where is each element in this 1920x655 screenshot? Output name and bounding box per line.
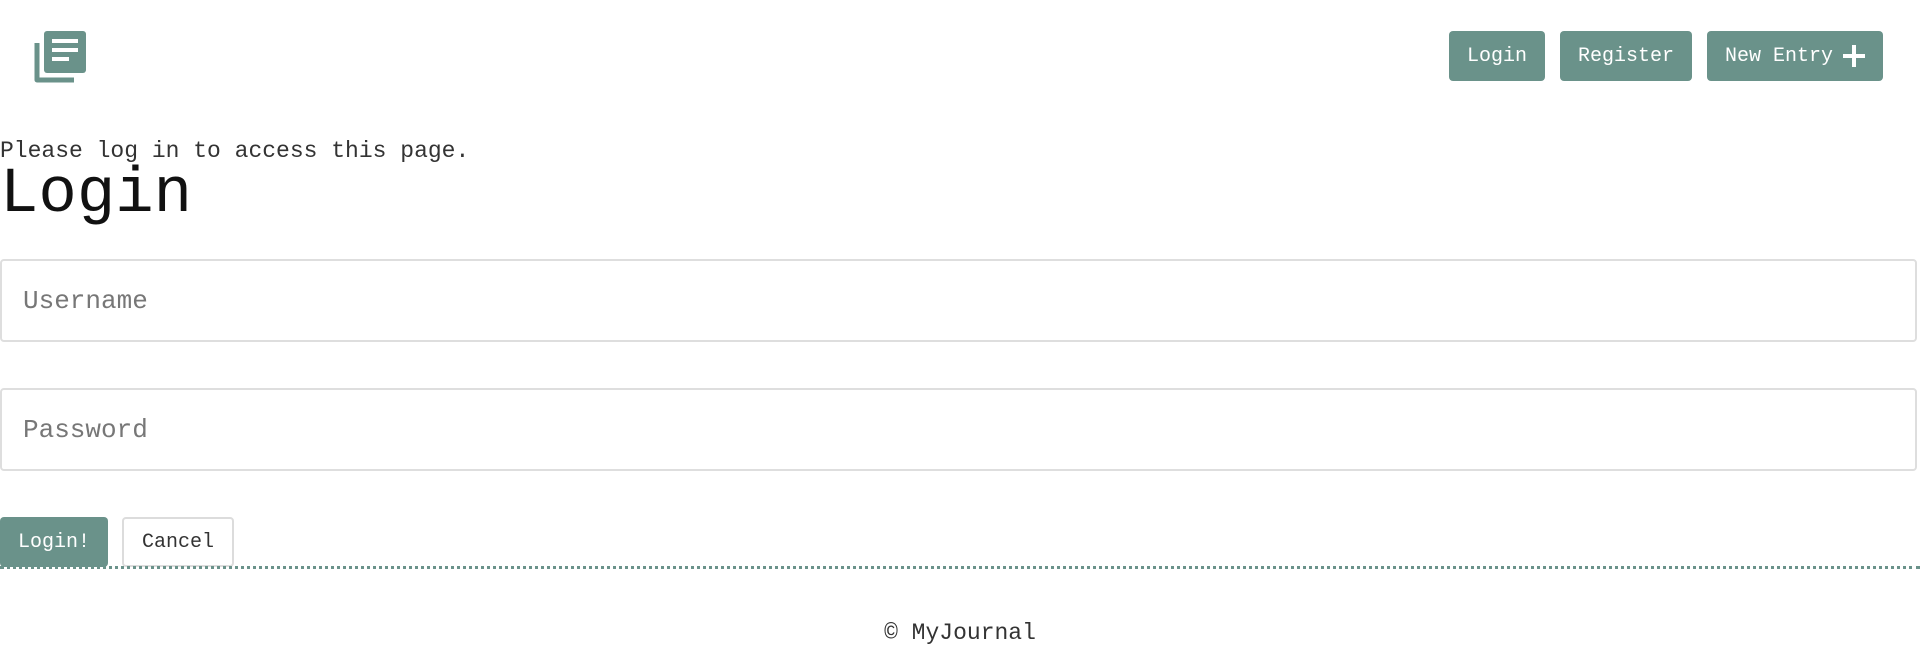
cancel-button[interactable]: Cancel: [122, 517, 235, 567]
nav-register-button[interactable]: Register: [1559, 31, 1692, 81]
footer-copyright: © MyJournal: [884, 620, 1036, 646]
password-input[interactable]: [0, 388, 1917, 471]
journal-stack-icon: [34, 31, 86, 83]
new-entry-button[interactable]: New Entry: [1706, 31, 1883, 81]
username-input[interactable]: [0, 259, 1917, 342]
page-title: Login: [0, 159, 193, 231]
nav-login-button[interactable]: Login: [1448, 31, 1545, 81]
header: Login Register New Entry: [0, 0, 1920, 110]
footer-divider: [0, 566, 1920, 569]
logo[interactable]: [34, 31, 86, 83]
login-submit-button[interactable]: Login!: [0, 517, 109, 567]
top-nav: Login Register New Entry: [1448, 31, 1883, 81]
form-actions: Login! Cancel: [0, 517, 235, 567]
plus-icon: [1843, 45, 1865, 67]
new-entry-label: New Entry: [1724, 44, 1833, 68]
